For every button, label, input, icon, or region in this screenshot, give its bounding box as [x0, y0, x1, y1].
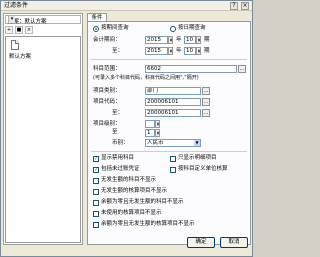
condition-area: 条件 按期间查询 按日期查询 会计期间： 2015 年 10 期 至： 2015…: [87, 13, 251, 245]
option-label: 余额为零且无发生额的科目不显示: [101, 199, 184, 205]
scheme-selector[interactable]: 方案：默认方案 ▾: [5, 15, 81, 25]
option-checkbox[interactable]: [170, 167, 176, 173]
browse-icon[interactable]: …: [202, 109, 210, 117]
currency-value: 人民币: [147, 140, 164, 146]
close-button[interactable]: ×: [241, 2, 249, 10]
account-range-input[interactable]: 6602: [145, 65, 237, 73]
filter-dialog: 过滤条件 ? × 方案：默认方案 ▾ + ■ × 默认方案 条件 按期间查询 按…: [0, 0, 253, 257]
browse-icon[interactable]: …: [202, 87, 210, 95]
end-year-input[interactable]: 2015: [145, 47, 168, 55]
currency-select[interactable]: 人民币 ▼: [145, 139, 201, 147]
project-code-label: 项目代码：: [93, 99, 121, 105]
option-checkbox[interactable]: [93, 178, 99, 184]
start-period-label: 会计期间：: [93, 37, 121, 43]
option-label: 按科目定义单位核算: [178, 166, 228, 172]
end-period-unit: 期: [204, 48, 210, 54]
delete-icon[interactable]: ×: [25, 26, 33, 34]
option-label: 无发生额的核算项目不显示: [101, 188, 168, 194]
account-range-label: 科目范围：: [93, 66, 121, 72]
project-code-input[interactable]: 200006101: [145, 98, 201, 106]
option-checkbox[interactable]: [93, 189, 99, 195]
scheme-item[interactable]: 默认方案: [9, 40, 49, 62]
end-period-input[interactable]: 10: [184, 47, 196, 55]
start-period-spinner[interactable]: [196, 36, 201, 44]
radio-by-date-label: 按日期查询: [178, 25, 206, 31]
start-year-unit: 年: [176, 37, 182, 43]
start-period-unit: 期: [204, 37, 210, 43]
project-code-to-input[interactable]: 200006101: [145, 109, 201, 117]
option-checkbox[interactable]: ✓: [93, 167, 99, 173]
new-icon[interactable]: +: [5, 26, 13, 34]
start-year-input[interactable]: 2015: [145, 36, 168, 44]
document-icon: [11, 40, 19, 50]
project-level-to-input[interactable]: 1: [145, 129, 155, 137]
chevron-down-icon[interactable]: ▾: [8, 16, 15, 23]
option-label: 无发生额的科目不显示: [101, 177, 157, 183]
radio-by-date[interactable]: [170, 26, 176, 32]
divider: [91, 59, 247, 60]
end-year-unit: 年: [176, 48, 182, 54]
dialog-title: 过滤条件: [4, 2, 29, 9]
end-year-spinner[interactable]: [168, 47, 173, 55]
start-year-spinner[interactable]: [168, 36, 173, 44]
scheme-panel: 方案：默认方案 ▾ + ■ × 默认方案: [3, 13, 83, 245]
help-button[interactable]: ?: [230, 2, 238, 10]
start-period-input[interactable]: 10: [184, 36, 196, 44]
title-bar: 过滤条件 ? ×: [1, 1, 252, 11]
option-label: 未使用的核算项目不显示: [101, 210, 162, 216]
project-category-label: 项目类别：: [93, 88, 121, 94]
divider: [91, 151, 247, 152]
account-hint: (可录入多个科目代码，科目代码之间用“,”隔开): [93, 75, 199, 81]
scheme-toolbar: + ■ ×: [5, 26, 81, 34]
save-icon[interactable]: ■: [15, 26, 23, 34]
project-level-label: 项目级别：: [93, 121, 121, 127]
option-checkbox[interactable]: [170, 156, 176, 162]
browse-icon[interactable]: …: [238, 65, 246, 73]
conditions-panel: 按期间查询 按日期查询 会计期间： 2015 年 10 期 至： 2015 年 …: [87, 21, 251, 245]
end-period-label: 至：: [112, 48, 124, 54]
project-level-to-label: 至: [112, 129, 118, 135]
end-period-spinner[interactable]: [196, 47, 201, 55]
option-checkbox[interactable]: [93, 211, 99, 217]
project-category-input[interactable]: 部门: [145, 87, 201, 95]
scheme-list: 默认方案: [5, 36, 81, 243]
project-code-to-label: 至：: [112, 110, 124, 116]
scheme-item-label: 默认方案: [9, 54, 32, 60]
project-level-from-input[interactable]: [145, 120, 155, 128]
option-checkbox[interactable]: ✓: [93, 156, 99, 162]
radio-by-period-label: 按期间查询: [101, 25, 129, 31]
chevron-down-icon[interactable]: ▼: [194, 140, 200, 146]
cancel-button[interactable]: 取消: [220, 237, 248, 248]
project-level-to-spinner[interactable]: [155, 129, 160, 137]
option-checkbox[interactable]: [93, 222, 99, 228]
radio-by-period[interactable]: [93, 26, 99, 32]
browse-icon[interactable]: …: [202, 98, 210, 106]
project-level-from-spinner[interactable]: [155, 120, 160, 128]
option-label: 余额为零且无发生额的核算项目不显示: [101, 221, 195, 227]
option-label: 包括未过账凭证: [101, 166, 140, 172]
option-label: 显示禁用科目: [101, 155, 135, 161]
currency-label: 币别：: [112, 140, 129, 146]
option-label: 只显示明细项目: [178, 155, 217, 161]
ok-button[interactable]: 确定: [187, 237, 215, 248]
option-checkbox[interactable]: [93, 200, 99, 206]
